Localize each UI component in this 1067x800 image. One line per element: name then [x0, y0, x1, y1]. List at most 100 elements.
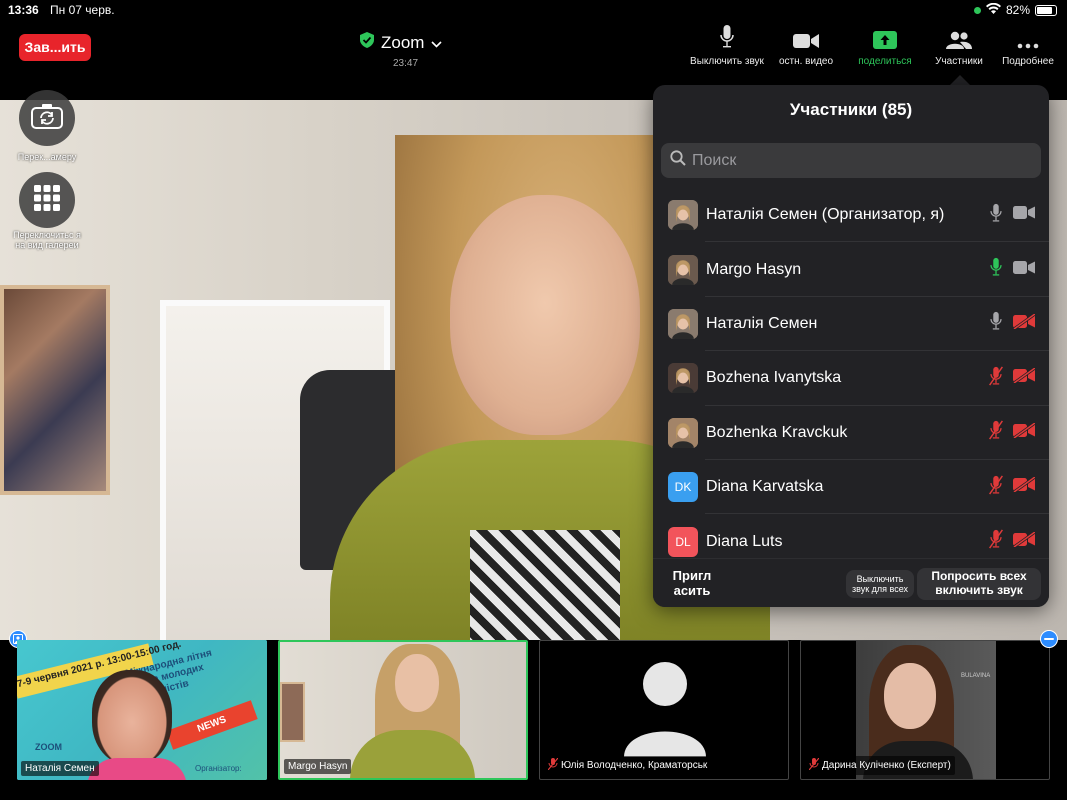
mic-muted-icon — [988, 475, 1004, 500]
video-off-icon — [1013, 367, 1036, 388]
microphone-icon — [988, 311, 1004, 336]
thumbnail-face — [395, 654, 439, 712]
meeting-info-button[interactable]: Zoom — [360, 32, 460, 53]
share-button[interactable]: поделиться — [852, 26, 918, 67]
video-off-icon — [1013, 312, 1036, 334]
switch-camera-label: Перек...амеру — [17, 152, 77, 162]
mic-muted-icon — [547, 757, 559, 773]
status-date: Пн 07 черв. — [50, 3, 115, 17]
video-off-icon — [1013, 530, 1036, 552]
video-label: остн. видео — [778, 56, 834, 67]
meeting-title: Zoom — [381, 32, 425, 52]
participant-row[interactable]: Bozhena Ivanytska — [653, 351, 1049, 406]
search-input[interactable] — [692, 151, 1012, 170]
thumbnail-face — [884, 663, 936, 729]
gallery-view-button[interactable] — [19, 172, 75, 228]
participants-panel-title: Участники (85) — [789, 100, 913, 119]
shield-check-icon — [360, 32, 374, 53]
thumbnail-zoom-text: ZOOM — [35, 742, 62, 752]
avatar: DL — [668, 526, 698, 557]
thumbnail-person-shirt — [87, 758, 187, 780]
meeting-duration: 23:47 — [393, 58, 419, 69]
thumbnail-name: Margo Hasyn — [284, 759, 352, 774]
participant-name: Наталія Семен (Организатор, я) — [706, 206, 945, 224]
grid-icon — [34, 184, 60, 216]
avatar — [668, 363, 698, 394]
mute-button[interactable]: Выключить звук — [688, 25, 766, 67]
gallery-view-label: Переключитьс я на вид галереи — [13, 230, 81, 251]
stop-video-button[interactable]: остн. видео — [773, 26, 839, 67]
chevron-down-icon — [431, 33, 443, 53]
share-screen-icon — [873, 31, 897, 52]
switch-camera-button[interactable] — [19, 90, 75, 146]
mute-all-button[interactable]: Выключить звук для всех — [846, 570, 914, 598]
participant-row[interactable]: Margo Hasyn — [653, 242, 1049, 298]
participant-name: Bozhena Ivanytska — [706, 369, 842, 387]
microphone-icon — [720, 25, 734, 52]
participant-name: Margo Hasyn — [706, 260, 802, 278]
participant-thumbnail[interactable]: Margo Hasyn — [278, 640, 528, 780]
battery-fill — [1037, 6, 1052, 14]
avatar-placeholder-icon — [624, 661, 706, 762]
mic-muted-icon — [988, 420, 1004, 445]
participant-thumbnail[interactable]: 7-9 червня 2021 р. 13:00-15:00 год. Міжн… — [17, 640, 267, 780]
battery-icon — [1035, 4, 1057, 16]
participants-panel-footer: Пригл асить Выключить звук для всех Попр… — [653, 558, 1049, 607]
mic-muted-icon — [988, 529, 1004, 554]
participant-thumbnail[interactable]: BULAVINA Дарина Куліченко (Експерт) — [800, 640, 1050, 780]
microphone-icon — [988, 203, 1004, 228]
video-speaker-shirt — [470, 530, 620, 640]
avatar — [668, 254, 698, 285]
video-speaker-face — [450, 195, 640, 435]
thumbnail-strip: 7-9 червня 2021 р. 13:00-15:00 год. Міжн… — [0, 630, 1067, 800]
search-icon — [670, 150, 686, 171]
end-meeting-button[interactable]: Зав...ить — [19, 34, 91, 61]
participant-thumbnail[interactable]: Юлія Володченко, Краматорськ — [539, 640, 789, 780]
thumbnail-organizer-text: Організатор: — [195, 764, 242, 773]
thumbnail-collage — [280, 682, 305, 742]
participant-name: Наталія Семен — [706, 314, 818, 332]
participant-row[interactable]: DK Diana Karvatska — [653, 460, 1049, 515]
video-off-icon — [1013, 475, 1036, 497]
avatar: DK — [668, 472, 698, 503]
video-photo-collage — [0, 285, 110, 495]
participant-search[interactable] — [661, 143, 1041, 178]
thumbnail-person — [92, 670, 172, 765]
avatar — [668, 200, 698, 231]
participant-row[interactable]: Наталія Семен — [653, 297, 1049, 352]
thumbnail-name: Дарина Куліченко (Експерт) — [805, 756, 955, 775]
participant-row[interactable]: Наталія Семен (Организатор, я) — [653, 188, 1049, 243]
thumbnail-name: Юлія Володченко, Краматорськ — [544, 756, 712, 775]
participants-button[interactable]: Участники — [929, 26, 989, 67]
participant-name: Diana Luts — [706, 532, 783, 550]
microphone-icon — [988, 257, 1004, 282]
battery-percent: 82% — [1005, 3, 1030, 17]
participants-panel: Участники (85) Наталія Семен (Организато… — [653, 85, 1049, 607]
mute-label: Выключить звук — [690, 56, 764, 67]
top-toolbar: Зав...ить Zoom 23:47 Выключить звук остн… — [0, 20, 1067, 73]
participant-row[interactable]: DL Diana Luts — [653, 514, 1049, 558]
avatar — [668, 417, 698, 448]
ask-all-unmute-button[interactable]: Попросить всех включить звук — [917, 568, 1041, 600]
more-dots-icon — [1017, 41, 1039, 52]
more-button[interactable]: Подробнее — [996, 26, 1060, 67]
mic-muted-icon — [808, 757, 820, 773]
thumbnail-brand-text: BULAVINA — [961, 673, 991, 679]
thumbnail-name: Наталія Семен — [21, 761, 99, 776]
share-label: поделиться — [858, 56, 912, 67]
participant-row[interactable]: Bozhenka Kravckuk — [653, 406, 1049, 461]
avatar — [668, 308, 698, 339]
invite-button[interactable]: Пригл асить — [661, 565, 723, 603]
more-label: Подробнее — [1002, 56, 1054, 67]
wifi-icon — [985, 2, 1001, 17]
participants-list[interactable]: Наталія Семен (Организатор, я) Margo Hasy… — [653, 188, 1049, 558]
participant-name: Diana Karvatska — [706, 478, 824, 496]
mic-muted-icon — [988, 366, 1004, 391]
participants-icon — [946, 31, 972, 52]
switch-camera-icon — [31, 103, 63, 134]
video-camera-icon — [793, 33, 819, 52]
panel-pointer — [950, 75, 970, 85]
collapse-thumbnails-icon[interactable] — [1040, 630, 1058, 648]
video-off-icon — [1013, 421, 1036, 443]
participants-label: Участники — [935, 56, 983, 67]
